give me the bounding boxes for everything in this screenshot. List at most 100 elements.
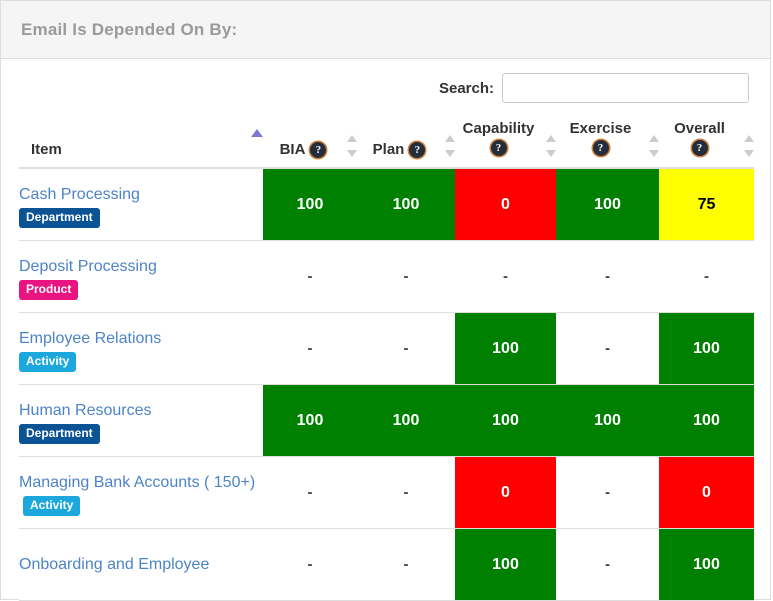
score-value: 100 — [296, 195, 324, 213]
score-cell: 100 — [263, 384, 357, 457]
column-header-capability[interactable]: Capability ? — [455, 117, 556, 169]
score-value: - — [605, 340, 610, 357]
score-value: 100 — [594, 195, 621, 213]
score-cell: - — [357, 456, 455, 529]
score-cell: - — [659, 240, 754, 313]
score-value: 100 — [594, 411, 621, 429]
score-cell: 0 — [455, 456, 556, 529]
column-header-bia[interactable]: BIA ? — [263, 117, 357, 169]
score-cell: - — [357, 240, 455, 313]
item-cell: Human Resources Department — [19, 384, 263, 457]
item-link[interactable]: Human Resources — [19, 402, 152, 419]
score-cell: 100 — [357, 384, 455, 457]
column-label-plan: Plan — [372, 141, 405, 158]
table-row: Employee Relations Activity - - 100 - 100 — [19, 312, 754, 385]
search-label: Search: — [438, 79, 494, 97]
item-cell: Deposit Processing Product — [19, 240, 263, 313]
score-cell: - — [263, 240, 357, 313]
score-cell: - — [455, 240, 556, 313]
score-cell: 100 — [263, 168, 357, 241]
score-value: - — [403, 340, 409, 357]
score-cell: - — [263, 528, 357, 601]
panel-body: Search: Item BIA ? Plan ? Capability ? E… — [1, 59, 770, 601]
column-header-item[interactable]: Item — [19, 117, 263, 169]
help-icon[interactable]: ? — [490, 140, 507, 156]
sort-toggle-icon[interactable] — [347, 135, 357, 157]
item-link[interactable]: Deposit Processing — [19, 258, 157, 275]
score-cell: - — [556, 456, 659, 529]
table-header: Item BIA ? Plan ? Capability ? Exercise … — [19, 117, 754, 169]
score-cell: 75 — [659, 168, 754, 241]
search-row: Search: — [19, 59, 752, 117]
sort-ascending-icon[interactable] — [251, 129, 263, 137]
score-value: - — [605, 268, 610, 285]
score-cell: 100 — [455, 312, 556, 385]
score-value: 0 — [702, 483, 711, 501]
panel-header: Email Is Depended On By: — [1, 1, 770, 59]
score-cell: 100 — [455, 528, 556, 601]
table-row: Managing Bank Accounts ( 150+) Activity -… — [19, 456, 754, 529]
help-icon[interactable]: ? — [691, 140, 708, 156]
item-type-badge: Activity — [23, 495, 81, 516]
table-row: Cash Processing Department 100 100 0 100 75 — [19, 168, 754, 241]
table-row: Onboarding and Employee - - 100 - 100 — [19, 528, 754, 601]
column-header-exercise[interactable]: Exercise ? — [556, 117, 659, 169]
item-type-badge: Department — [19, 423, 100, 444]
item-cell: Employee Relations Activity — [19, 312, 263, 385]
score-value: 100 — [392, 411, 420, 429]
score-value: 100 — [492, 411, 519, 429]
score-cell: - — [357, 528, 455, 601]
sort-toggle-icon[interactable] — [744, 135, 754, 157]
score-cell: 100 — [357, 168, 455, 241]
score-cell: - — [556, 528, 659, 601]
sort-toggle-icon[interactable] — [649, 135, 659, 157]
score-value: 100 — [693, 339, 720, 357]
score-cell: - — [263, 456, 357, 529]
score-value: 100 — [492, 555, 519, 573]
item-type-badge: Product — [19, 279, 79, 300]
search-input[interactable] — [502, 73, 749, 103]
table-body: Cash Processing Department 100 100 0 100 75 Dep… — [19, 168, 754, 601]
column-label-bia: BIA — [279, 141, 306, 158]
column-header-overall[interactable]: Overall ? — [659, 117, 754, 169]
score-cell: 100 — [659, 528, 754, 601]
score-value: - — [307, 556, 313, 573]
score-cell: 100 — [659, 384, 754, 457]
score-cell: - — [556, 312, 659, 385]
score-value: - — [403, 556, 409, 573]
score-value: 100 — [492, 339, 519, 357]
score-cell: 100 — [455, 384, 556, 457]
dependency-table: Item BIA ? Plan ? Capability ? Exercise … — [19, 117, 754, 601]
item-type-badge: Activity — [19, 351, 77, 372]
help-icon[interactable]: ? — [310, 142, 327, 158]
item-cell: Managing Bank Accounts ( 150+) Activity — [19, 456, 263, 529]
sort-toggle-icon[interactable] — [546, 135, 556, 157]
item-type-badge: Department — [19, 207, 100, 228]
item-link[interactable]: Onboarding and Employee — [19, 556, 209, 573]
table-row: Human Resources Department 100 100 100 100 100 — [19, 384, 754, 457]
score-value: - — [307, 268, 313, 285]
score-value: - — [307, 340, 313, 357]
column-label-capability: Capability — [462, 120, 535, 137]
score-cell: 0 — [455, 168, 556, 241]
item-link[interactable]: Cash Processing — [19, 186, 140, 203]
item-link[interactable]: Employee Relations — [19, 330, 161, 347]
help-icon[interactable]: ? — [592, 140, 609, 156]
score-value: - — [605, 484, 610, 501]
score-value: - — [503, 268, 508, 285]
table-header-row: Item BIA ? Plan ? Capability ? Exercise … — [19, 117, 754, 169]
score-cell: - — [556, 240, 659, 313]
column-label-item: Item — [31, 141, 62, 158]
score-value: 0 — [501, 195, 510, 213]
score-value: 0 — [501, 483, 510, 501]
column-header-plan[interactable]: Plan ? — [357, 117, 455, 169]
score-cell: 100 — [659, 312, 754, 385]
score-value: 75 — [697, 195, 716, 213]
score-value: 100 — [296, 411, 324, 429]
score-value: - — [307, 484, 313, 501]
sort-toggle-icon[interactable] — [445, 135, 455, 157]
item-link[interactable]: Managing Bank Accounts ( 150+) — [19, 474, 255, 491]
help-icon[interactable]: ? — [409, 142, 426, 158]
score-value: - — [704, 268, 709, 285]
item-cell: Onboarding and Employee — [19, 528, 263, 601]
